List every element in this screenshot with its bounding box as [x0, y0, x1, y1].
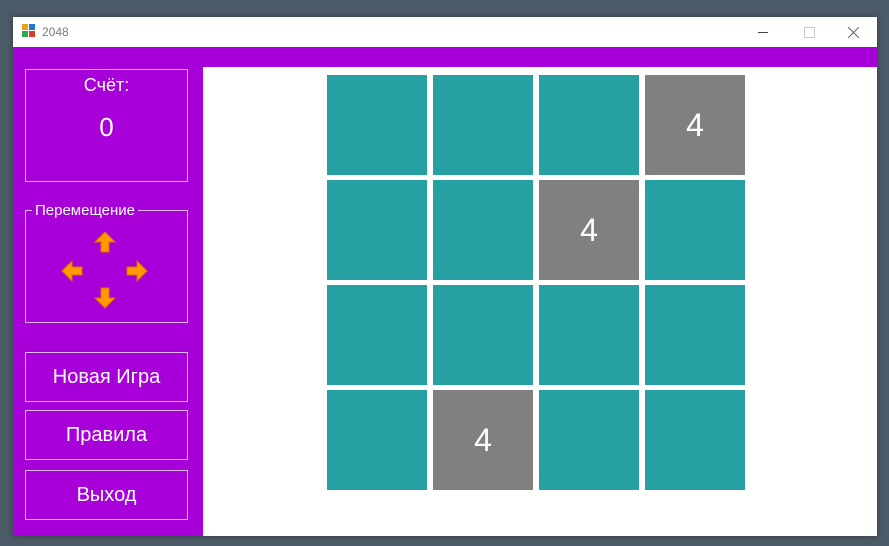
board-tile [539, 390, 639, 490]
board-tile [539, 285, 639, 385]
board-tile [433, 75, 533, 175]
game-board-panel: 444 [203, 67, 877, 536]
arrow-up-icon[interactable] [94, 231, 116, 253]
movement-legend: Перемещение [32, 202, 138, 219]
board-tile [433, 180, 533, 280]
board-tile [539, 75, 639, 175]
board-tile [645, 390, 745, 490]
board-tile [327, 180, 427, 280]
board-tile [327, 285, 427, 385]
minimize-icon [758, 31, 768, 33]
app-window: 2048 Счёт: 0 Перемещение Новая Игра Прав… [13, 17, 877, 536]
new-game-button[interactable]: Новая Игра [25, 352, 188, 402]
arrow-right-icon[interactable] [126, 260, 148, 282]
board-tile [433, 285, 533, 385]
score-value: 0 [99, 112, 114, 142]
client-area: Счёт: 0 Перемещение Новая Игра Правила В… [13, 47, 877, 536]
app-icon [22, 24, 36, 38]
board-tile [645, 285, 745, 385]
board-tile: 4 [539, 180, 639, 280]
score-label: Счёт: [83, 75, 130, 95]
close-icon [848, 26, 860, 38]
board-tile: 4 [645, 75, 745, 175]
close-button[interactable] [831, 17, 877, 47]
exit-button[interactable]: Выход [25, 470, 188, 520]
board-tile [327, 390, 427, 490]
board-tile [645, 180, 745, 280]
arrow-left-icon[interactable] [61, 260, 83, 282]
title-bar: 2048 [13, 17, 877, 47]
board-tile: 4 [433, 390, 533, 490]
movement-group: Перемещение [25, 202, 188, 323]
window-title: 2048 [42, 25, 69, 39]
maximize-button[interactable] [786, 17, 832, 47]
rules-button[interactable]: Правила [25, 410, 188, 460]
arrow-down-icon[interactable] [94, 287, 116, 309]
board-tile [327, 75, 427, 175]
score-panel: Счёт: 0 [25, 69, 188, 182]
maximize-icon [803, 26, 815, 38]
minimize-button[interactable] [740, 17, 786, 47]
